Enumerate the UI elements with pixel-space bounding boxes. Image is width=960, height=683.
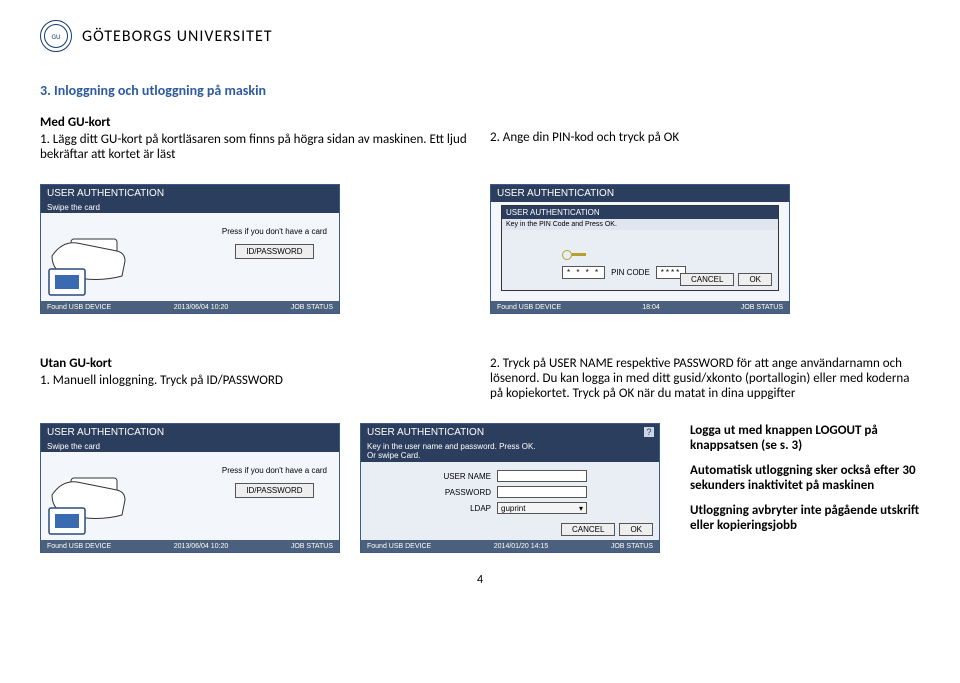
panel-statusbar: Found USB DEVICE 2013/06/04 10:20 JOB ST… [41, 540, 339, 552]
pin-entry-panel: USER AUTHENTICATION USER AUTHENTICATION … [490, 184, 790, 314]
pin-label: PIN CODE [611, 268, 650, 277]
utan-step2: 2. Tryck på USER NAME respektive PASSWOR… [490, 356, 920, 401]
panel-title: USER AUTHENTICATION [491, 185, 789, 202]
no-card-prompt: Press if you don't have a card ID/PASSWO… [222, 227, 327, 259]
password-label: PASSWORD [441, 488, 491, 497]
no-card-prompt: Press if you don't have a card ID/PASSWO… [222, 466, 327, 498]
no-card-text: Press if you don't have a card [222, 227, 327, 236]
med-gu-kort-step1: 1. Lägg ditt GU-kort på kortläsaren som … [40, 132, 470, 162]
logout-note3: Utloggning avbryter inte pågående utskri… [690, 503, 920, 533]
password-input[interactable] [497, 486, 587, 498]
job-status[interactable]: JOB STATUS [291, 543, 333, 550]
panel-title: USER AUTHENTICATION [41, 424, 339, 441]
key-icon [562, 248, 586, 262]
utan-gu-kort-title: Utan GU-kort [40, 356, 470, 371]
id-password-button[interactable]: ID/PASSWORD [235, 244, 313, 259]
university-name: GÖTEBORGS UNIVERSITET [82, 27, 273, 46]
chevron-down-icon: ▾ [579, 504, 583, 513]
panel-statusbar: Found USB DEVICE 2014/01/20 14:15 JOB ST… [361, 540, 659, 552]
university-seal-icon: GU [40, 20, 72, 52]
logout-note1: Logga ut med knappen LOGOUT på knappsats… [690, 423, 920, 453]
card-reader-illustration [45, 502, 89, 538]
job-status[interactable]: JOB STATUS [291, 304, 333, 311]
ldap-select[interactable]: guprint ▾ [497, 502, 587, 514]
logout-notes: Logga ut med knappen LOGOUT på knappsats… [680, 423, 920, 553]
seal-inner: GU [44, 24, 68, 48]
status-left: Found USB DEVICE [47, 543, 111, 550]
status-left: Found USB DEVICE [497, 304, 561, 311]
utan-step1: 1. Manuell inloggning. Tryck på ID/PASSW… [40, 373, 470, 388]
no-card-text: Press if you don't have a card [222, 466, 327, 475]
status-left: Found USB DEVICE [367, 543, 431, 550]
panel-statusbar: Found USB DEVICE 2013/06/04 10:20 JOB ST… [41, 301, 339, 313]
id-password-button[interactable]: ID/PASSWORD [235, 483, 313, 498]
username-input[interactable] [497, 470, 587, 482]
pin-display: * * * * [562, 266, 605, 279]
med-gu-kort-title: Med GU-kort [40, 115, 470, 130]
help-icon[interactable]: ? [643, 426, 655, 438]
cancel-button[interactable]: CANCEL [680, 273, 734, 286]
pin-dialog: USER AUTHENTICATION Key in the PIN Code … [501, 205, 779, 291]
med-gu-kort-step2: 2. Ange din PIN-kod och tryck på OK [490, 130, 920, 145]
page-number: 4 [40, 573, 920, 587]
swipe-card-panel-2: USER AUTHENTICATION Swipe the card ID [40, 423, 340, 553]
login-instructions: Key in the user name and password. Press… [361, 440, 659, 462]
cancel-button[interactable]: CANCEL [561, 523, 615, 536]
ok-button[interactable]: OK [619, 523, 653, 536]
login-form: USER NAME PASSWORD LDAP guprint ▾ [441, 470, 587, 514]
panel-statusbar: Found USB DEVICE 18:04 JOB STATUS [491, 301, 789, 313]
section-heading: 3. Inloggning och utloggning på maskin [40, 82, 920, 99]
panel-title: USER AUTHENTICATION [367, 427, 484, 438]
dialog-sub: Key in the PIN Code and Press OK. [502, 219, 778, 230]
dialog-title: USER AUTHENTICATION [502, 206, 778, 219]
page-header: GU GÖTEBORGS UNIVERSITET [40, 20, 920, 52]
username-label: USER NAME [441, 472, 491, 481]
panel-title: USER AUTHENTICATION [41, 185, 339, 202]
status-left: Found USB DEVICE [47, 304, 111, 311]
ok-button[interactable]: OK [738, 273, 772, 286]
swipe-card-panel: USER AUTHENTICATION Swipe the card ID [40, 184, 340, 314]
card-reader-illustration [45, 263, 89, 299]
ldap-label: LDAP [441, 504, 491, 513]
job-status[interactable]: JOB STATUS [741, 304, 783, 311]
job-status[interactable]: JOB STATUS [611, 543, 653, 550]
logout-note2: Automatisk utloggning sker också efter 3… [690, 463, 920, 493]
login-panel: USER AUTHENTICATION ? Key in the user na… [360, 423, 660, 553]
